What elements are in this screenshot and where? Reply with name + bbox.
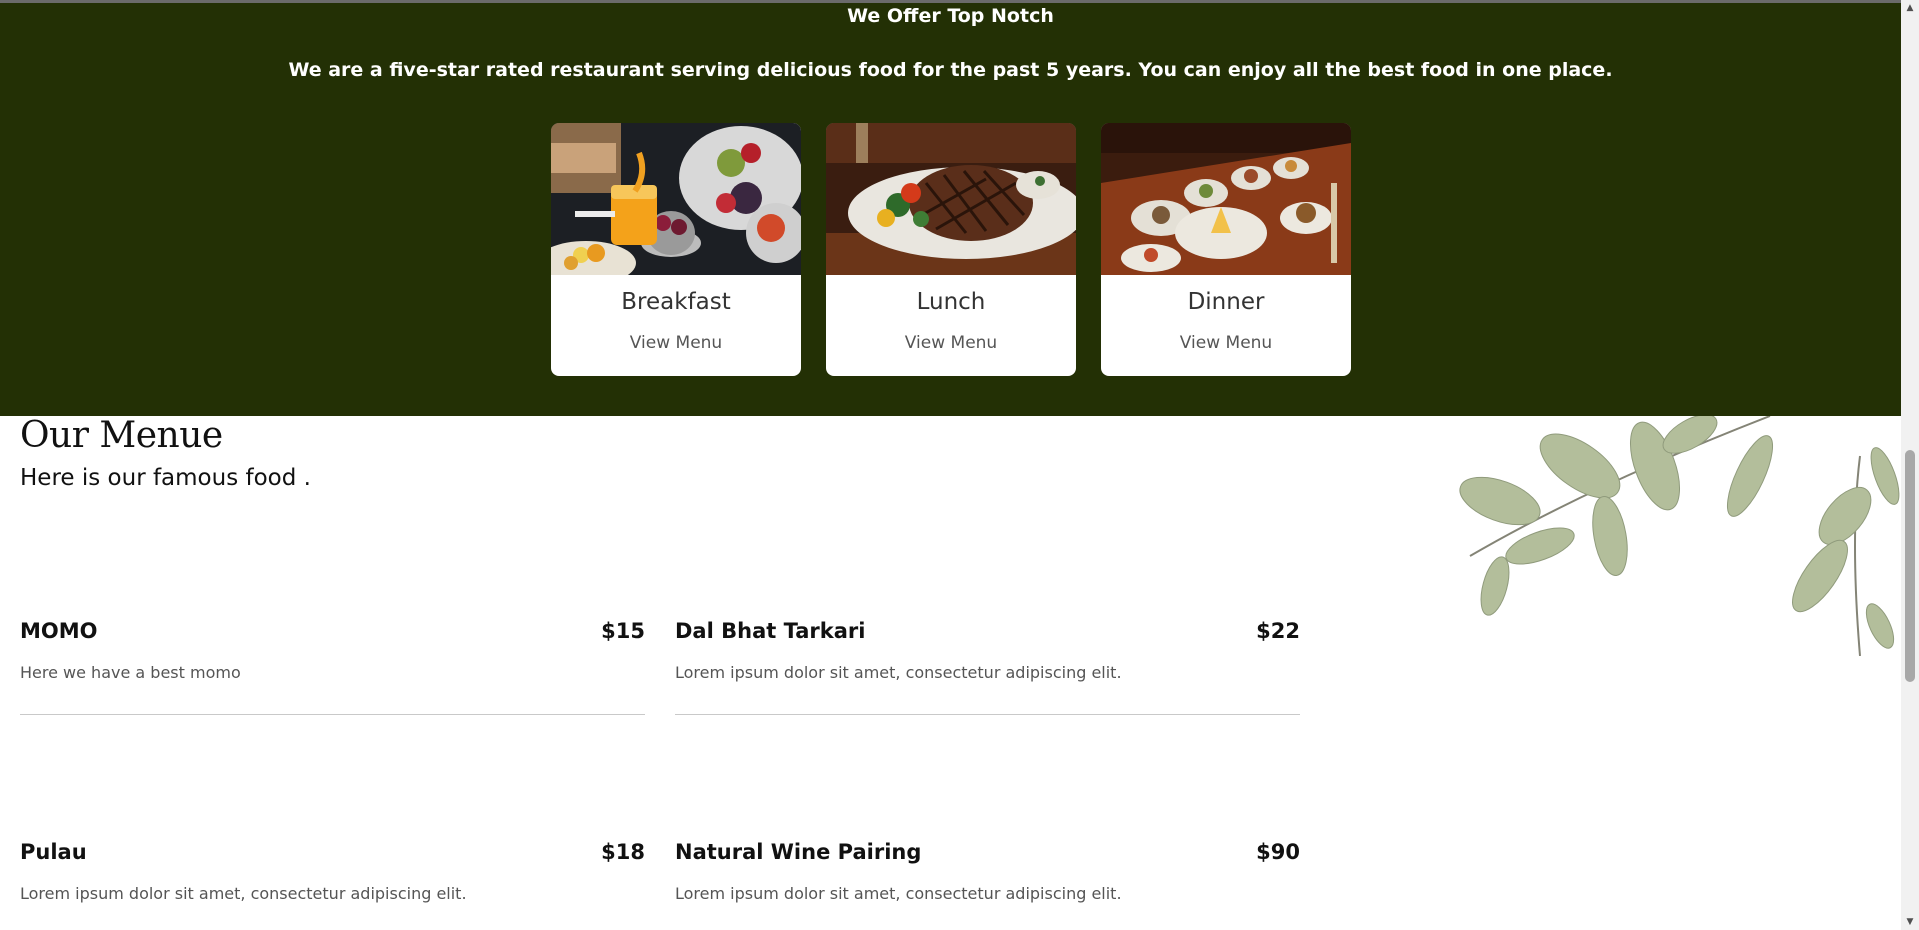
lunch-image <box>826 123 1076 275</box>
meal-card-dinner[interactable]: Dinner View Menu <box>1101 123 1351 376</box>
menu-subtitle: Here is our famous food . <box>20 465 311 491</box>
item-price: $90 <box>1256 840 1300 864</box>
meal-name: Dinner <box>1187 289 1265 315</box>
item-price: $18 <box>601 840 645 864</box>
meal-card-lunch[interactable]: Lunch View Menu <box>826 123 1076 376</box>
menu-item: MOMO $15 Here we have a best momo <box>20 619 645 715</box>
page: We Offer Top Notch We are a five-star ra… <box>0 0 1919 930</box>
meal-name: Breakfast <box>621 289 731 315</box>
scrollbar-thumb[interactable] <box>1905 450 1915 682</box>
view-menu-link[interactable]: View Menu <box>1101 333 1351 353</box>
item-description: Here we have a best momo <box>20 663 241 682</box>
offer-subtitle: We are a five-star rated restaurant serv… <box>288 59 1613 81</box>
leaves-decoration <box>1459 416 1900 656</box>
scroll-down-arrow-icon[interactable]: ▼ <box>1901 914 1919 930</box>
item-description: Lorem ipsum dolor sit amet, consectetur … <box>675 884 1122 903</box>
item-price: $22 <box>1256 619 1300 643</box>
breakfast-image <box>551 123 801 275</box>
view-menu-link[interactable]: View Menu <box>826 333 1076 353</box>
item-name: MOMO <box>20 619 98 643</box>
offer-title: We Offer Top Notch <box>847 5 1054 27</box>
dinner-image <box>1101 123 1351 275</box>
item-name: Natural Wine Pairing <box>675 840 922 864</box>
meal-card-breakfast[interactable]: Breakfast View Menu <box>551 123 801 376</box>
item-description: Lorem ipsum dolor sit amet, consectetur … <box>20 884 467 903</box>
vertical-scrollbar[interactable]: ▲ ▼ <box>1901 0 1919 930</box>
scroll-up-arrow-icon[interactable]: ▲ <box>1901 0 1919 16</box>
item-description: Lorem ipsum dolor sit amet, consectetur … <box>675 663 1122 682</box>
item-price: $15 <box>601 619 645 643</box>
menu-item: Pulau $18 Lorem ipsum dolor sit amet, co… <box>20 840 645 930</box>
meal-name: Lunch <box>916 289 986 315</box>
view-menu-link[interactable]: View Menu <box>551 333 801 353</box>
menu-item: Dal Bhat Tarkari $22 Lorem ipsum dolor s… <box>675 619 1300 715</box>
menu-item: Natural Wine Pairing $90 Lorem ipsum dol… <box>675 840 1300 930</box>
menu-title: Our Menue <box>20 415 223 456</box>
item-name: Dal Bhat Tarkari <box>675 619 866 643</box>
item-name: Pulau <box>20 840 87 864</box>
offer-section: We Offer Top Notch We are a five-star ra… <box>0 0 1901 416</box>
